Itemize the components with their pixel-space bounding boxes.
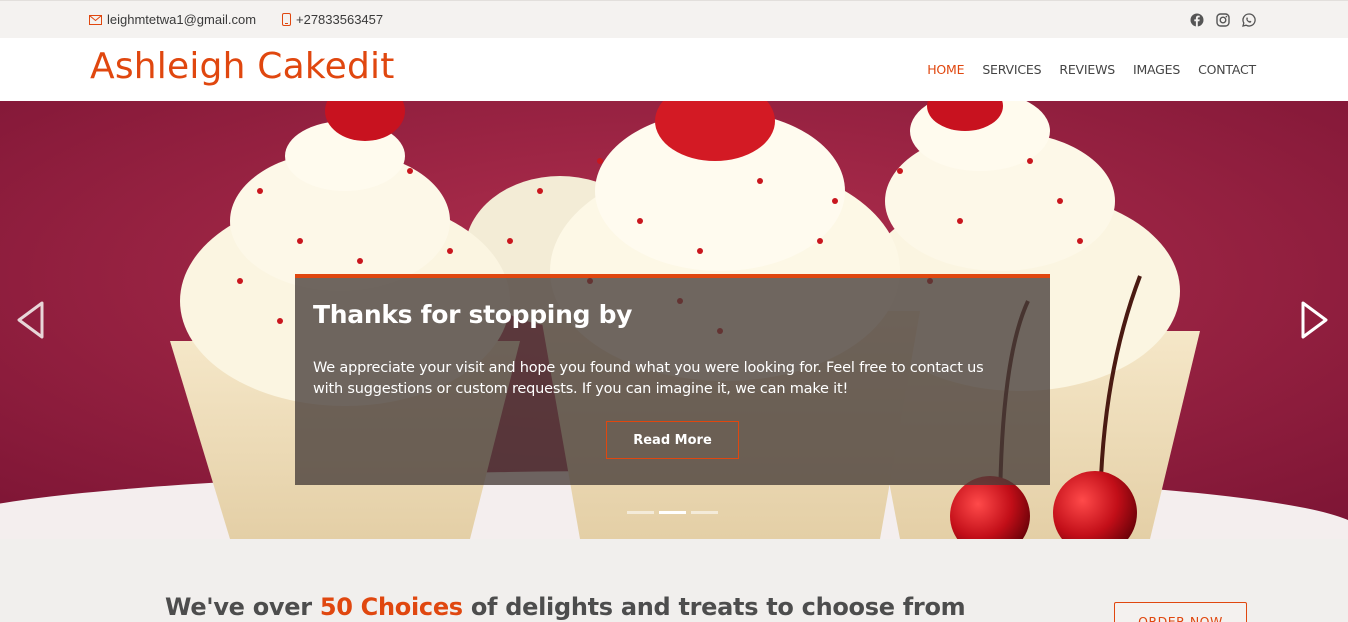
social-links: [1190, 13, 1256, 27]
nav-contact[interactable]: CONTACT: [1198, 62, 1256, 77]
nav-home[interactable]: HOME: [927, 62, 964, 77]
main-nav: HOME SERVICES REVIEWS IMAGES CONTACT: [927, 62, 1256, 77]
order-now-button[interactable]: ORDER NOW: [1114, 602, 1247, 622]
carousel-next-button[interactable]: [1297, 300, 1331, 340]
carousel-indicator-2[interactable]: [659, 511, 686, 514]
phone-contact[interactable]: +27833563457: [282, 12, 383, 27]
carousel-prev-button[interactable]: [14, 300, 48, 340]
chevron-left-icon: [17, 301, 44, 339]
phone-text: +27833563457: [296, 12, 384, 27]
caption-text: We appreciate your visit and hope you fo…: [313, 360, 984, 397]
email-contact[interactable]: leighmtetwa1@gmail.com: [89, 12, 256, 27]
carousel-indicator-1[interactable]: [627, 511, 654, 514]
instagram-icon[interactable]: [1216, 13, 1230, 27]
mobile-phone-icon: [282, 13, 291, 26]
envelope-icon: [89, 14, 102, 25]
carousel-indicator-3[interactable]: [691, 511, 718, 514]
hero-carousel: Thanks for stopping by We appreciate you…: [0, 101, 1348, 539]
carousel-caption: Thanks for stopping by We appreciate you…: [295, 274, 1050, 485]
caption-title: Thanks for stopping by: [313, 300, 633, 329]
whatsapp-icon[interactable]: [1242, 13, 1256, 27]
facebook-icon[interactable]: [1190, 13, 1204, 27]
read-more-button[interactable]: Read More: [606, 421, 739, 459]
nav-images[interactable]: IMAGES: [1133, 62, 1180, 77]
email-text: leighmtetwa1@gmail.com: [107, 12, 257, 27]
callout-suffix: of delights and treats to choose from: [462, 593, 966, 621]
chevron-right-icon: [1301, 301, 1328, 339]
callout-prefix: We've over: [165, 593, 320, 621]
brand-logo[interactable]: Ashleigh Cakedit: [90, 46, 395, 87]
callout-highlight: 50 Choices: [319, 593, 463, 621]
choices-callout: We've over 50 Choices of delights and tr…: [165, 593, 966, 621]
nav-reviews[interactable]: REVIEWS: [1059, 62, 1115, 77]
nav-services[interactable]: SERVICES: [982, 62, 1041, 77]
top-bar: leighmtetwa1@gmail.com +27833563457: [0, 0, 1348, 38]
carousel-indicators: [627, 511, 718, 514]
site-header: Ashleigh Cakedit HOME SERVICES REVIEWS I…: [0, 38, 1348, 101]
